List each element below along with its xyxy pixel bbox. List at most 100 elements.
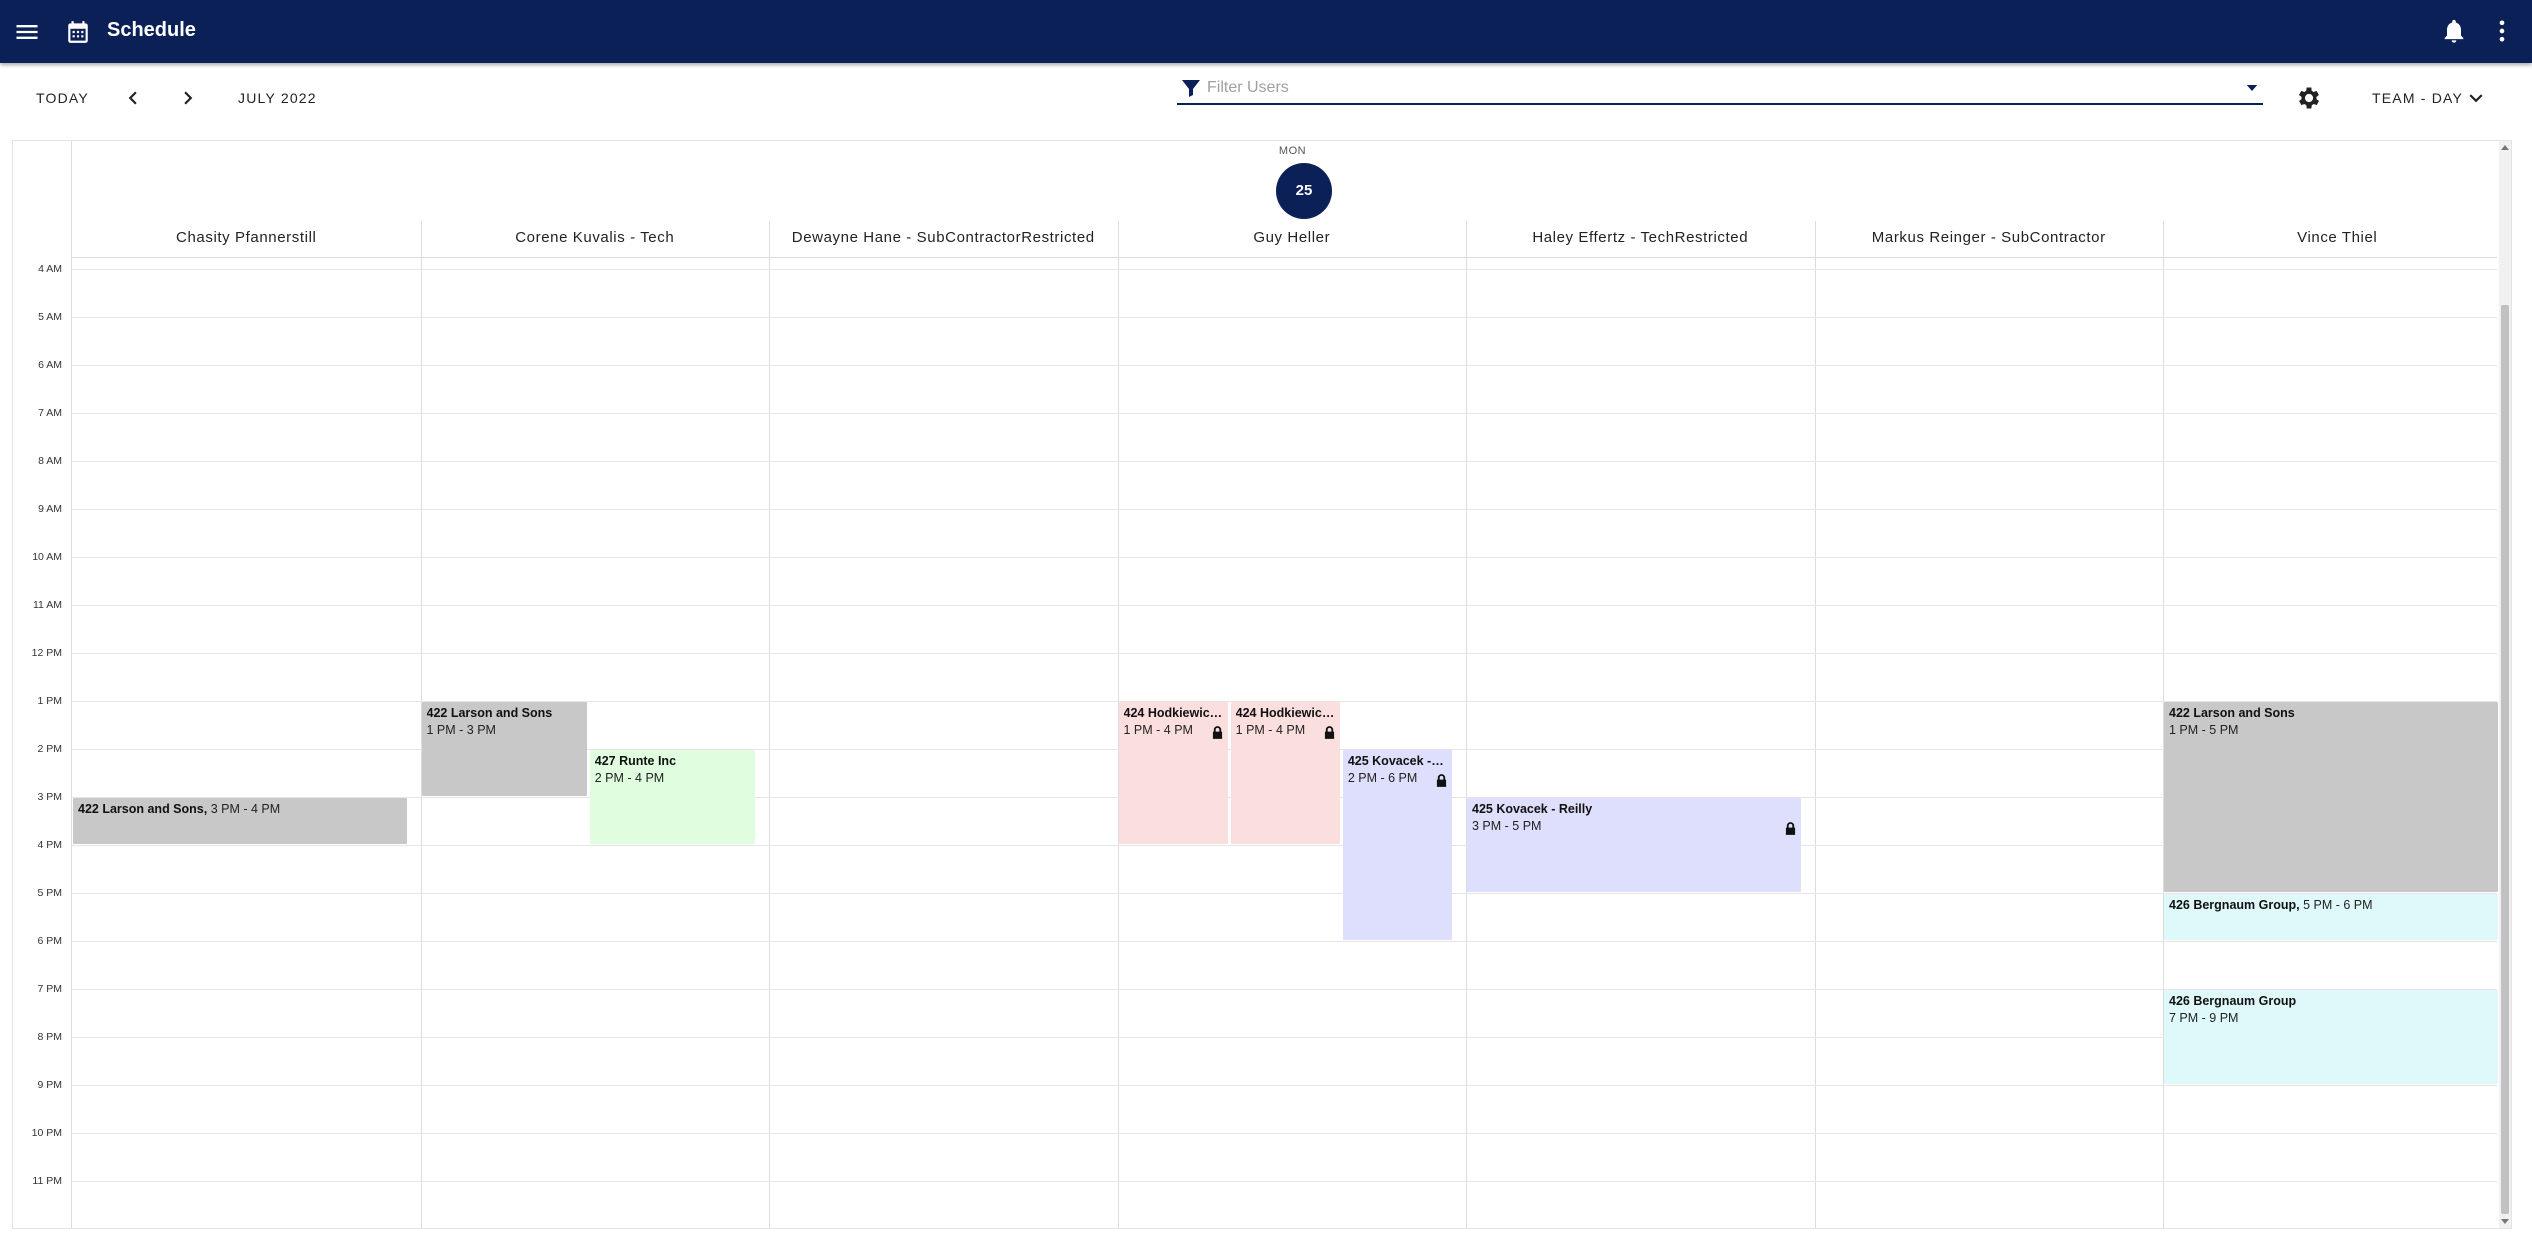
event-title: 426 Bergnaum Group, [2169,898,2304,912]
settings-gear-icon[interactable] [2295,84,2323,112]
event-time: 3 PM - 4 PM [210,802,281,816]
calendar-event[interactable]: 425 Kovacek - Reilly 3 PM - 5 PM [1467,798,1801,892]
calendar-event[interactable]: 427 Runte Inc 2 PM - 4 PM [589,750,755,844]
resource-column-header: Guy Heller [1253,229,1331,246]
calendar-event[interactable]: 424 Hodkiewicz - ... 1 PM - 4 PM [1118,702,1228,844]
event-title: 425 Kovacek - Re... [1347,754,1447,768]
day-header: MON 25 [72,141,2511,221]
team-day-calendar: MON 25 Chasity Pfannerstill Corene Kuvali… [12,140,2512,1229]
bell-icon[interactable] [2440,17,2468,45]
menu-icon[interactable] [13,18,41,46]
event-time: 5 PM - 6 PM [2303,898,2373,912]
chevron-left-icon[interactable] [120,85,146,111]
filter-users-field[interactable] [1177,73,2263,105]
time-label: 3 PM [37,791,62,803]
hour-gridline [72,557,2497,558]
event-title: 422 Larson and Sons, [78,802,211,816]
time-label: 11 AM [33,599,62,611]
event-title: 425 Kovacek - Reilly [1472,802,1593,816]
hour-gridline [72,1037,2497,1038]
day-of-week: MON [1278,145,1307,157]
calendar-event[interactable]: 426 Bergnaum Group 7 PM - 9 PM [2164,990,2498,1084]
hour-gridline [72,893,2497,894]
event-title: 427 Runte Inc [594,754,677,768]
app-title: Schedule [107,19,196,41]
chevron-down-icon[interactable] [2463,85,2489,111]
event-title: 422 Larson and Sons [426,706,553,720]
time-gutter [13,141,72,1228]
calendar-event[interactable]: 422 Larson and Sons 1 PM - 3 PM [421,702,587,796]
time-label: 4 AM [38,263,62,275]
scroll-down-arrow[interactable] [2501,1219,2509,1224]
hour-gridline [72,509,2497,510]
time-label: 12 PM [31,647,62,659]
calendar-event[interactable]: 424 Hodkiewicz - ... 1 PM - 4 PM [1230,702,1340,844]
time-label: 1 PM [37,695,62,707]
header-divider [72,257,2497,258]
calendar-event[interactable]: 425 Kovacek - Re... 2 PM - 6 PM [1342,750,1452,940]
event-title: 422 Larson and Sons [2169,706,2295,720]
hour-gridline [72,941,2497,942]
time-label: 8 PM [37,1031,62,1043]
month-label: JULY 2022 [238,90,317,106]
event-time: 3 PM - 5 PM [1472,819,1542,833]
time-label: 10 PM [31,1127,62,1139]
hour-gridline [72,653,2497,654]
hour-gridline [72,605,2497,606]
column-divider [769,221,770,1228]
resource-column-header: Chasity Pfannerstill [176,229,317,246]
hour-gridline [72,413,2497,414]
time-label: 2 PM [37,743,62,755]
calendar-event[interactable]: 422 Larson and Sons 1 PM - 5 PM [2164,702,2498,892]
event-time: 7 PM - 9 PM [2169,1011,2239,1025]
time-label: 8 AM [38,455,62,467]
hour-gridline [72,989,2497,990]
time-label: 4 PM [37,839,62,851]
calendar-event[interactable]: 426 Bergnaum Group, 5 PM - 6 PM [2164,894,2498,940]
lock-icon [1785,822,1795,835]
resource-column-header: Vince Thiel [2297,229,2378,246]
hour-gridline [72,461,2497,462]
day-date-circle[interactable]: 25 [1276,163,1332,219]
app-bar: Schedule [0,0,2532,63]
today-button[interactable]: TODAY [36,90,89,106]
time-label: 9 AM [38,503,62,515]
resource-column-header: Corene Kuvalis - Tech [515,229,675,246]
chevron-right-icon[interactable] [175,85,201,111]
scroll-up-arrow[interactable] [2501,145,2509,150]
more-vert-icon[interactable] [2488,17,2516,45]
hour-gridline [72,1181,2497,1182]
event-time: 1 PM - 4 PM [1123,723,1193,737]
hour-gridline [72,365,2497,366]
event-time: 1 PM - 3 PM [426,723,496,737]
time-label: 5 AM [38,311,62,323]
scrollbar-thumb[interactable] [2501,305,2509,1214]
calendar-event[interactable]: 422 Larson and Sons, 3 PM - 4 PM [73,798,407,844]
lock-icon [1324,726,1334,739]
hour-gridline [72,1085,2497,1086]
column-divider [1814,221,1816,1228]
event-time: 2 PM - 4 PM [594,771,665,785]
view-select[interactable]: TEAM - DAY [2372,90,2463,106]
hour-gridline [72,1133,2497,1134]
time-label: 10 AM [32,551,62,563]
time-label: 11 PM [32,1175,62,1187]
event-title: 426 Bergnaum Group [2169,994,2297,1008]
resource-column-header: Markus Reinger - SubContractor [1871,229,2106,246]
filter-icon [1182,80,1200,97]
time-label: 6 PM [37,935,62,947]
time-label: 7 PM [37,983,62,995]
event-title: 424 Hodkiewicz - ... [1123,706,1223,720]
filter-users-input[interactable] [1207,77,2207,99]
hour-gridline [72,317,2497,318]
time-label: 9 PM [37,1079,62,1091]
event-time: 1 PM - 5 PM [2169,723,2239,737]
vertical-scrollbar[interactable] [2499,141,2511,1228]
calendar-icon [68,21,88,43]
event-title: 424 Hodkiewicz - ... [1235,706,1335,720]
dropdown-arrow-icon[interactable] [2243,79,2261,97]
hour-gridline [72,269,2497,270]
column-divider [1466,221,1467,1228]
time-label: 5 PM [37,887,62,899]
resource-column-header: Haley Effertz - TechRestricted [1532,229,1749,246]
